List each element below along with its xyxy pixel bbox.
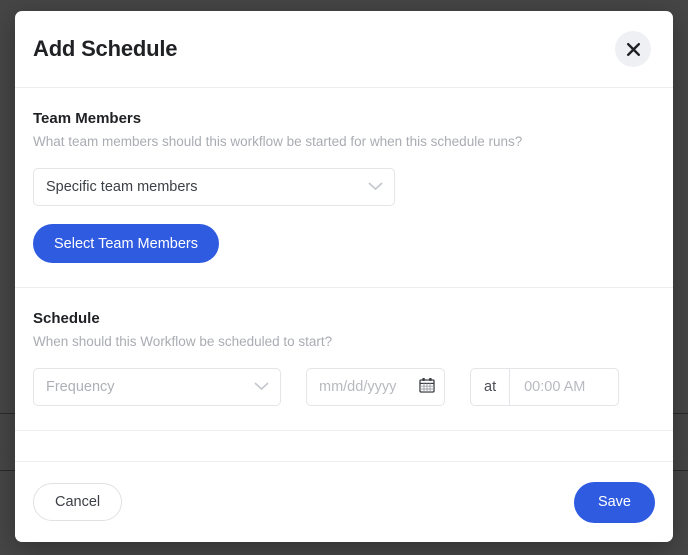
schedule-controls-row: Frequency mm/dd/yyyy at 00:00 AM — [33, 368, 655, 406]
close-button[interactable] — [615, 31, 651, 67]
close-icon — [625, 41, 642, 58]
add-schedule-modal: Add Schedule Team Members What team memb… — [15, 11, 673, 542]
time-input[interactable]: 00:00 AM — [510, 369, 618, 405]
frequency-select[interactable]: Frequency — [33, 368, 281, 406]
schedule-heading: Schedule — [33, 310, 100, 327]
team-members-section: Team Members What team members should th… — [15, 88, 673, 288]
date-input-placeholder: mm/dd/yyyy — [319, 379, 397, 395]
schedule-description: When should this Workflow be scheduled t… — [33, 334, 333, 349]
cancel-button[interactable]: Cancel — [33, 483, 123, 521]
schedule-section: Schedule When should this Workflow be sc… — [15, 288, 673, 431]
team-members-select-value: Specific team members — [33, 168, 395, 206]
time-prefix-label: at — [471, 369, 511, 405]
date-input[interactable]: mm/dd/yyyy — [306, 368, 445, 406]
modal-footer: Cancel Save — [15, 461, 673, 542]
save-button[interactable]: Save — [573, 481, 655, 523]
time-input-group: at 00:00 AM — [470, 368, 620, 406]
frequency-select-value: Frequency — [33, 368, 281, 406]
calendar-icon[interactable] — [419, 377, 435, 398]
page-title: Add Schedule — [33, 36, 178, 61]
modal-header: Add Schedule — [15, 11, 673, 88]
team-members-heading: Team Members — [33, 110, 142, 127]
team-members-select[interactable]: Specific team members — [33, 168, 395, 206]
modal-body: Team Members What team members should th… — [15, 88, 673, 461]
team-members-description: What team members should this workflow b… — [33, 134, 523, 149]
select-team-members-button[interactable]: Select Team Members — [33, 224, 219, 263]
